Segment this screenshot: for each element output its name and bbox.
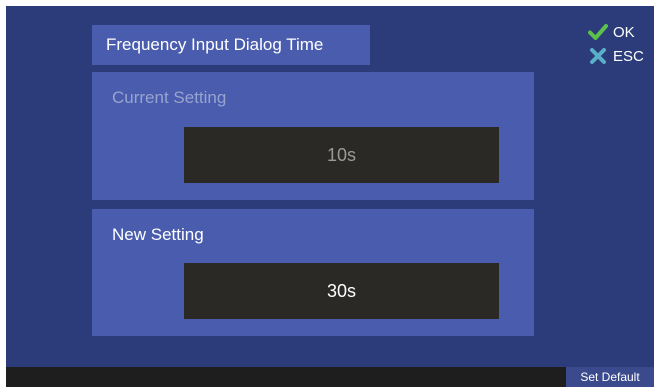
ok-label: OK bbox=[613, 23, 635, 41]
close-icon bbox=[588, 46, 608, 66]
new-setting-panel: New Setting 30s bbox=[92, 209, 534, 336]
dialog-screen: Frequency Input Dialog Time OK ESC Curre… bbox=[6, 6, 654, 387]
new-setting-label: New Setting bbox=[112, 225, 204, 244]
check-icon bbox=[588, 22, 608, 42]
ok-button[interactable]: OK bbox=[588, 22, 635, 42]
esc-label: ESC bbox=[613, 47, 644, 65]
current-setting-value: 10s bbox=[184, 127, 499, 183]
dialog-title: Frequency Input Dialog Time bbox=[92, 25, 370, 65]
new-setting-input[interactable]: 30s bbox=[184, 263, 499, 319]
current-setting-panel: Current Setting 10s bbox=[92, 72, 534, 200]
bottom-bar: Set Default bbox=[6, 367, 654, 387]
current-setting-label: Current Setting bbox=[112, 88, 227, 107]
esc-button[interactable]: ESC bbox=[588, 46, 644, 66]
set-default-button[interactable]: Set Default bbox=[566, 367, 654, 387]
